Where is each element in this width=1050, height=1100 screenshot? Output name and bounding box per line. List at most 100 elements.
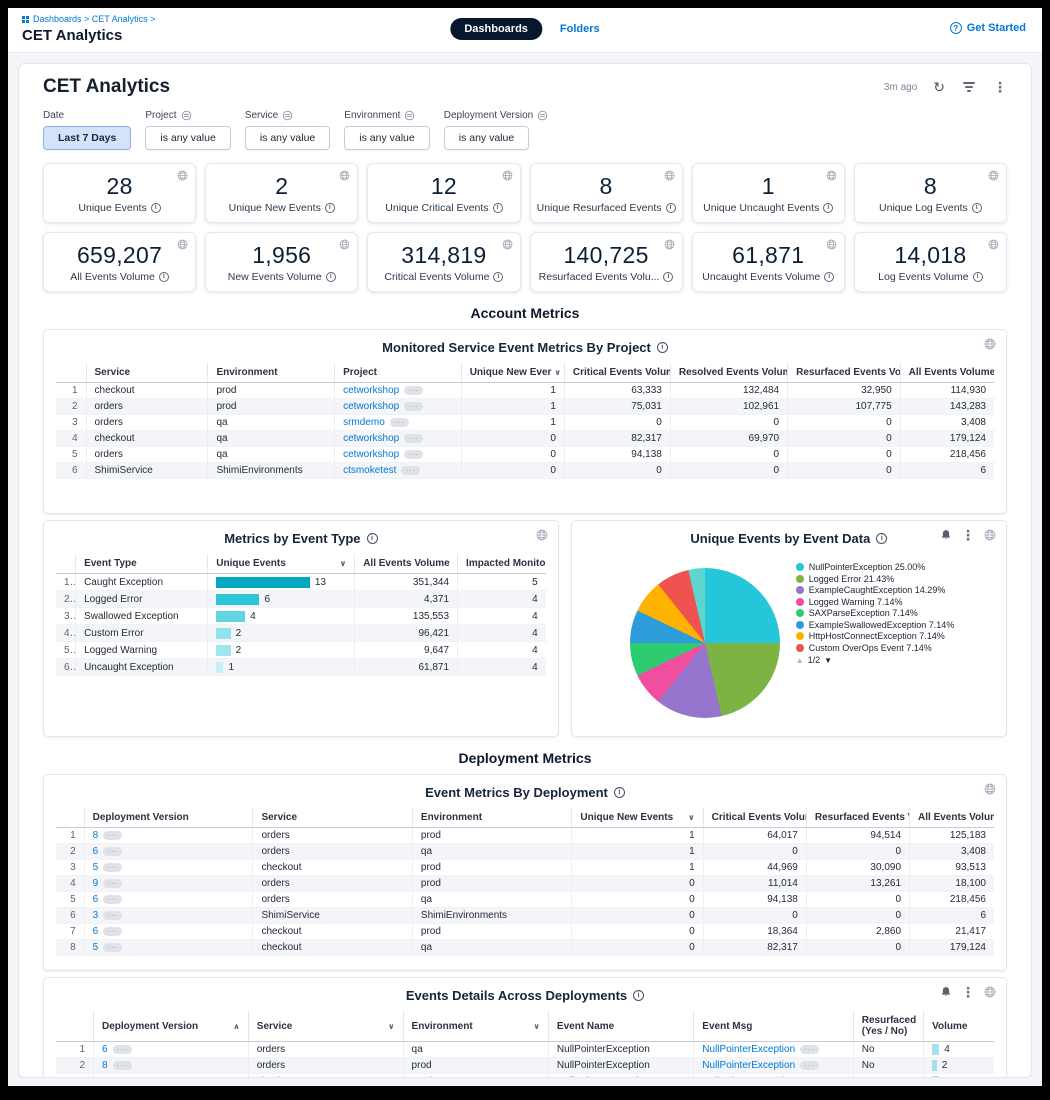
explore-globe-icon[interactable]: [984, 338, 996, 350]
column-header[interactable]: Event Name: [548, 1011, 693, 1042]
column-header[interactable]: Deployment Version∧: [94, 1011, 249, 1042]
deployment-version-link[interactable]: 8: [93, 830, 99, 841]
link-more-badge[interactable]: ···: [113, 1077, 132, 1078]
info-icon[interactable]: i: [325, 203, 335, 213]
legend-item[interactable]: HttpHostConnectException 7.14%: [796, 631, 960, 642]
column-header[interactable]: Environment: [412, 808, 571, 828]
info-icon[interactable]: i: [151, 203, 161, 213]
info-icon[interactable]: i: [159, 272, 169, 282]
breadcrumb-text[interactable]: Dashboards > CET Analytics >: [33, 14, 155, 24]
link-more-badge[interactable]: ···: [404, 450, 423, 459]
filter-funnel-icon[interactable]: [961, 80, 977, 94]
column-header[interactable]: Unique Events∨: [208, 554, 355, 574]
deployment-version-link[interactable]: 6: [93, 894, 99, 905]
legend-item[interactable]: ExampleCaughtException 14.29%: [796, 585, 960, 596]
project-link[interactable]: cetworkshop: [343, 449, 399, 460]
tab-dashboards[interactable]: Dashboards: [450, 18, 542, 40]
link-more-badge[interactable]: ···: [800, 1061, 819, 1070]
filter-options-icon[interactable]: [282, 110, 293, 121]
explore-globe-icon[interactable]: [988, 170, 999, 181]
project-link[interactable]: cetworkshop: [343, 433, 399, 444]
info-icon[interactable]: i: [824, 272, 834, 282]
column-header[interactable]: Project: [335, 363, 462, 383]
info-icon[interactable]: i: [666, 203, 676, 213]
column-header[interactable]: Unique New Events∨: [572, 808, 703, 828]
column-header[interactable]: Resurfaced Events Volume: [806, 808, 909, 828]
deployment-version-link[interactable]: 6: [93, 846, 99, 857]
deployment-version-link[interactable]: 6: [93, 926, 99, 937]
explore-globe-icon[interactable]: [664, 239, 675, 250]
column-header[interactable]: Unique New Ever∨: [461, 363, 564, 383]
deployment-version-link[interactable]: 5: [93, 862, 99, 873]
info-icon[interactable]: i: [633, 990, 644, 1001]
link-more-badge[interactable]: ···: [800, 1045, 819, 1054]
explore-globe-icon[interactable]: [826, 239, 837, 250]
link-more-badge[interactable]: ···: [103, 831, 122, 840]
link-more-badge[interactable]: ···: [103, 879, 122, 888]
deployment-version-link[interactable]: 3: [93, 910, 99, 921]
column-header[interactable]: Resolved Events Volume: [670, 363, 787, 383]
column-header[interactable]: All Events Volume: [900, 363, 994, 383]
explore-globe-icon[interactable]: [984, 783, 996, 795]
link-more-badge[interactable]: ···: [103, 895, 122, 904]
filter-options-icon[interactable]: [537, 110, 548, 121]
info-icon[interactable]: i: [972, 203, 982, 213]
event-msg-link[interactable]: NullPointerException: [702, 1060, 795, 1071]
deployment-version-link[interactable]: 5: [102, 1076, 108, 1078]
info-icon[interactable]: i: [657, 342, 668, 353]
alert-bell-icon[interactable]: [940, 529, 952, 541]
column-header[interactable]: Resurfaced Events Volume: [788, 363, 901, 383]
project-link[interactable]: cetworkshop: [343, 401, 399, 412]
info-icon[interactable]: i: [973, 272, 983, 282]
filter-value-button[interactable]: is any value: [245, 126, 330, 150]
info-icon[interactable]: i: [823, 203, 833, 213]
more-options-icon[interactable]: ⋮: [993, 79, 1007, 96]
deployment-version-link[interactable]: 5: [93, 942, 99, 953]
legend-page-up-icon[interactable]: ▲: [796, 656, 804, 665]
legend-item[interactable]: Logged Warning 7.14%: [796, 597, 960, 608]
sort-desc-icon[interactable]: ∨: [688, 813, 695, 822]
column-header[interactable]: Environment∨: [403, 1011, 548, 1042]
link-more-badge[interactable]: ···: [404, 402, 423, 411]
legend-item[interactable]: NullPointerException 25.00%: [796, 562, 960, 573]
tab-folders[interactable]: Folders: [560, 23, 600, 35]
get-started-link[interactable]: ? Get Started: [950, 22, 1026, 34]
info-icon[interactable]: i: [367, 533, 378, 544]
info-icon[interactable]: i: [493, 272, 503, 282]
sort-desc-icon[interactable]: ∨: [388, 1022, 395, 1031]
explore-globe-icon[interactable]: [177, 170, 188, 181]
link-more-badge[interactable]: ···: [113, 1045, 132, 1054]
link-more-badge[interactable]: ···: [103, 847, 122, 856]
column-header[interactable]: Impacted Monitored Services: [458, 554, 546, 574]
explore-globe-icon[interactable]: [339, 239, 350, 250]
explore-globe-icon[interactable]: [984, 986, 996, 998]
column-header[interactable]: Service: [86, 363, 208, 383]
project-link[interactable]: srmdemo: [343, 417, 385, 428]
link-more-badge[interactable]: ···: [401, 466, 420, 475]
explore-globe-icon[interactable]: [826, 170, 837, 181]
info-icon[interactable]: i: [493, 203, 503, 213]
filter-options-icon[interactable]: [404, 110, 415, 121]
deployment-version-link[interactable]: 6: [102, 1044, 108, 1055]
column-header[interactable]: Event Type: [76, 554, 208, 574]
pie-chart[interactable]: [630, 568, 780, 718]
legend-item[interactable]: ExampleSwallowedException 7.14%: [796, 620, 960, 631]
info-icon[interactable]: i: [876, 533, 887, 544]
project-link[interactable]: cetworkshop: [343, 385, 399, 396]
explore-globe-icon[interactable]: [177, 239, 188, 250]
info-icon[interactable]: i: [663, 272, 673, 282]
sort-desc-icon[interactable]: ∨: [554, 368, 561, 377]
sort-desc-icon[interactable]: ∨: [340, 559, 347, 568]
link-more-badge[interactable]: ···: [800, 1077, 819, 1078]
link-more-badge[interactable]: ···: [404, 386, 423, 395]
column-header[interactable]: Environment: [208, 363, 335, 383]
info-icon[interactable]: i: [326, 272, 336, 282]
legend-item[interactable]: Custom OverOps Event 7.14%: [796, 643, 960, 654]
filter-value-button[interactable]: is any value: [145, 126, 230, 150]
deployment-version-link[interactable]: 9: [93, 878, 99, 889]
column-header[interactable]: Deployment Version: [84, 808, 253, 828]
sort-asc-icon[interactable]: ∧: [233, 1022, 240, 1031]
event-msg-link[interactable]: NullPointerException: [702, 1076, 795, 1078]
link-more-badge[interactable]: ···: [404, 434, 423, 443]
link-more-badge[interactable]: ···: [103, 943, 122, 952]
